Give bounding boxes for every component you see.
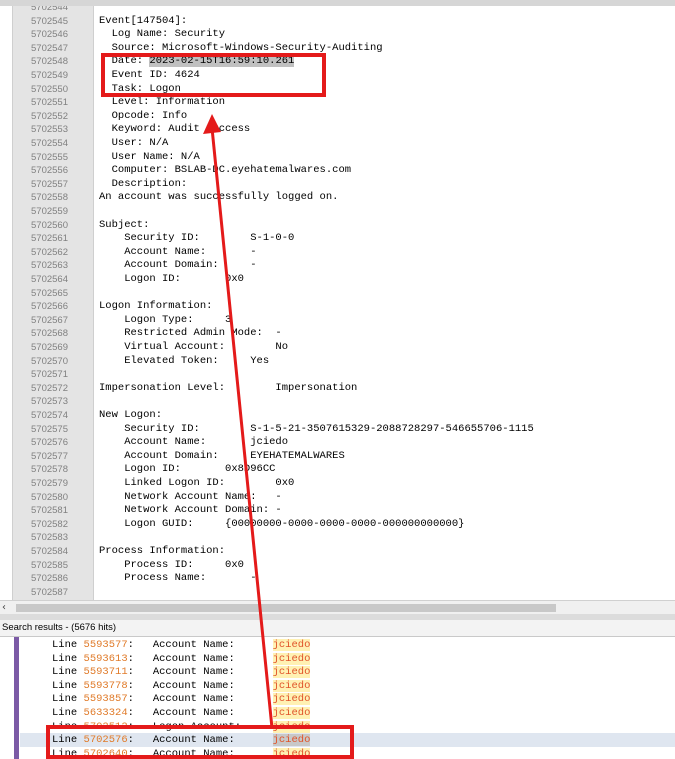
annotation-arrow <box>203 114 274 729</box>
